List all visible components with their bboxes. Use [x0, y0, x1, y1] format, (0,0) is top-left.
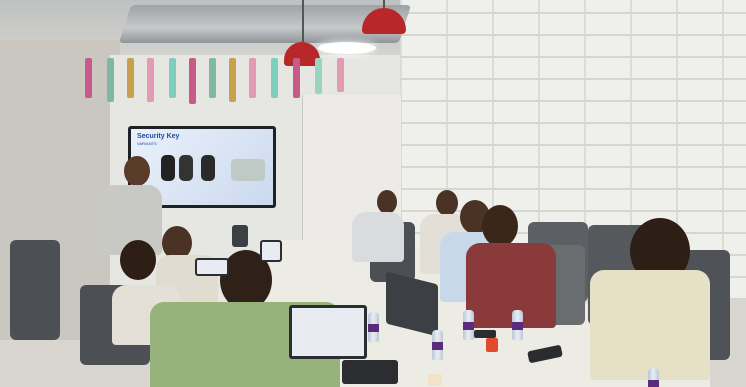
attendee-shirt — [466, 243, 556, 328]
laptop — [232, 225, 248, 247]
cup — [428, 374, 442, 386]
security-key-image — [201, 155, 215, 181]
attendee-head — [436, 190, 458, 216]
attendee-head — [482, 205, 518, 247]
security-key-image — [179, 155, 193, 181]
cup — [486, 338, 498, 352]
meeting-room-photo: Security Key VARIANTS — [0, 0, 746, 387]
water-bottle — [432, 330, 443, 360]
phone — [474, 330, 496, 338]
water-bottle — [648, 368, 659, 387]
office-chair — [10, 240, 60, 340]
lamp-cord — [302, 0, 304, 42]
security-key-image — [161, 155, 175, 181]
security-device-image — [231, 159, 265, 181]
laptop — [260, 240, 282, 262]
slide-title: Security Key — [137, 133, 180, 140]
attendee-shirt — [590, 270, 710, 380]
laptop — [195, 258, 229, 276]
attendee-head — [377, 190, 397, 214]
attendee-head — [120, 240, 156, 280]
water-bottle — [368, 312, 379, 342]
water-bottle — [463, 310, 474, 340]
slide-subtitle: VARIANTS — [137, 141, 157, 146]
ring-light — [318, 42, 376, 54]
notebook — [342, 360, 398, 384]
attendee-shirt — [352, 212, 404, 262]
laptop — [289, 305, 367, 359]
water-bottle — [512, 310, 523, 340]
presenter-head — [124, 156, 150, 186]
tassel-bunting — [85, 58, 360, 108]
